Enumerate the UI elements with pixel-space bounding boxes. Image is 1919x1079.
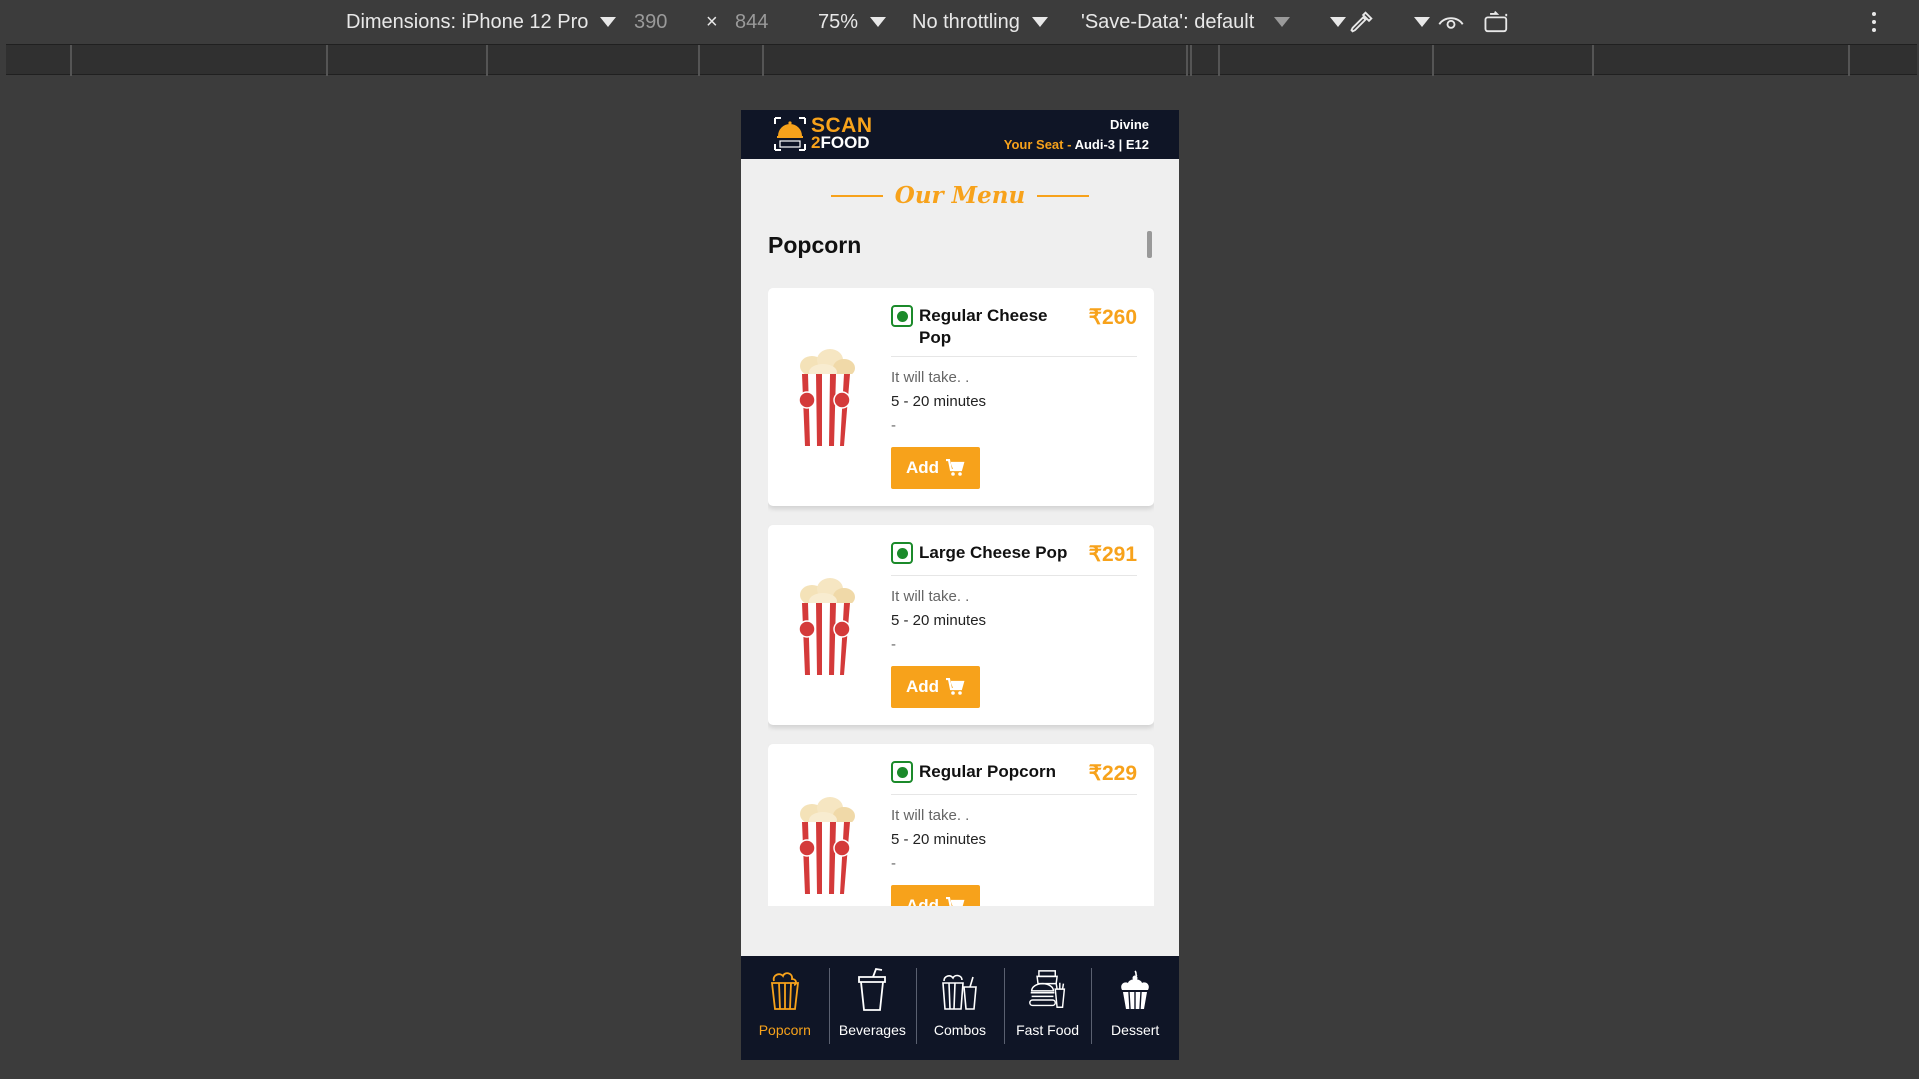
nav-label: Beverages <box>838 1022 906 1038</box>
nav-label: Combos <box>933 1022 987 1038</box>
scrollbar-thumb[interactable] <box>1147 231 1152 258</box>
nav-item-dessert[interactable]: Dessert <box>1091 956 1179 1060</box>
burger-icon <box>1028 966 1068 1014</box>
prep-label: It will take. . <box>891 369 970 386</box>
item-name: Regular Popcorn <box>919 762 1056 781</box>
seat-info: Divine Your Seat - Audi-3 | E12 <box>1004 115 1149 155</box>
nav-item-fast-food[interactable]: Fast Food <box>1003 956 1092 1060</box>
media-query-ruler[interactable] <box>6 44 1917 76</box>
sensors-dropdown[interactable] <box>1318 0 1346 44</box>
nav-item-combos[interactable]: Combos <box>916 956 1004 1060</box>
seat-value: Audi-3 | E12 <box>1074 137 1149 152</box>
width-input[interactable]: 390 <box>634 0 667 44</box>
zoom-label: 75% <box>818 10 859 33</box>
add-to-cart-button[interactable]: Add <box>891 885 980 906</box>
veg-indicator-icon <box>891 305 913 327</box>
nav-item-beverages[interactable]: Beverages <box>828 956 917 1060</box>
add-button-label: Add <box>905 458 940 477</box>
title-divider-right <box>1037 194 1090 197</box>
nav-label: Dessert <box>1111 1022 1160 1038</box>
prep-label: It will take. . <box>891 588 970 605</box>
eye-icon[interactable] <box>1437 0 1465 44</box>
combo-icon <box>940 966 980 1014</box>
card-divider <box>891 575 1137 576</box>
bottom-category-nav: Popcorn Beverages Combos Fast Food Desse… <box>741 956 1179 1060</box>
caret-down-icon <box>1330 17 1346 27</box>
theatre-name: Divine <box>1109 117 1149 132</box>
prep-info: It will take. . 5 - 20 minutes - <box>891 366 986 438</box>
height-input[interactable]: 844 <box>735 0 768 44</box>
device-dimensions-select[interactable]: Dimensions: iPhone 12 Pro <box>346 0 617 44</box>
menu-item-card: Regular Popcorn ₹229 It will take. . 5 -… <box>768 744 1154 906</box>
eye-dropdown[interactable] <box>1402 0 1430 44</box>
add-to-cart-button[interactable]: Add <box>891 447 980 489</box>
category-heading: Popcorn <box>768 232 862 258</box>
caret-down-icon <box>1031 17 1048 27</box>
item-price: ₹229 <box>1088 762 1137 785</box>
menu-title-text: Our Menu <box>894 182 1026 209</box>
nav-label: Fast Food <box>1016 1022 1080 1038</box>
device-dimensions-label: Dimensions: iPhone 12 Pro <box>346 10 589 33</box>
prep-time: 5 - 20 minutes <box>891 612 987 629</box>
device-viewport: SCAN 2FOOD Divine Your Seat - Audi-3 | E… <box>741 110 1179 1060</box>
add-button-label: Add <box>905 896 940 906</box>
nav-label: Popcorn <box>758 1022 811 1038</box>
logo-word-food: FOOD <box>820 133 870 152</box>
prep-label: It will take. . <box>891 807 970 824</box>
cart-icon <box>946 459 965 476</box>
add-button-label: Add <box>905 677 940 696</box>
veg-indicator-icon <box>891 542 913 564</box>
eyedropper-icon[interactable] <box>1348 0 1376 44</box>
prep-time: 5 - 20 minutes <box>891 831 987 848</box>
zoom-select[interactable]: 75% <box>818 0 887 44</box>
cloche-logo-icon <box>774 117 806 151</box>
menu-items-list[interactable]: Regular Cheese Pop ₹260 It will take. . … <box>768 288 1154 906</box>
add-to-cart-button[interactable]: Add <box>891 666 980 708</box>
cart-icon <box>946 897 965 906</box>
item-price: ₹291 <box>1088 543 1137 566</box>
save-data-select[interactable]: 'Save-Data': default <box>1081 0 1291 44</box>
caret-down-icon <box>600 17 617 27</box>
logo-word-scan: SCAN <box>811 114 873 137</box>
scan2food-logo[interactable]: SCAN 2FOOD <box>773 114 873 152</box>
save-data-label: 'Save-Data': default <box>1081 10 1255 33</box>
prep-extra: - <box>891 417 896 434</box>
throttling-label: No throttling <box>912 10 1020 33</box>
app-header: SCAN 2FOOD Divine Your Seat - Audi-3 | E… <box>741 110 1179 159</box>
prep-info: It will take. . 5 - 20 minutes - <box>891 585 986 657</box>
popcorn-image <box>798 578 855 675</box>
cupcake-icon <box>1115 966 1155 1014</box>
item-name: Large Cheese Pop <box>919 543 1068 562</box>
caret-down-icon <box>870 17 887 27</box>
prep-time: 5 - 20 minutes <box>891 393 987 410</box>
item-price: ₹260 <box>1088 306 1137 329</box>
devtools-device-toolbar: Dimensions: iPhone 12 Pro 390 × 844 75% … <box>0 0 1919 44</box>
cart-icon <box>946 678 965 695</box>
caret-down-icon <box>1274 17 1291 27</box>
caret-down-icon <box>1414 17 1430 27</box>
prep-extra: - <box>891 855 896 872</box>
menu-title: Our Menu <box>741 182 1179 209</box>
menu-item-card: Large Cheese Pop ₹291 It will take. . 5 … <box>768 525 1154 725</box>
card-divider <box>891 794 1137 795</box>
title-divider-left <box>830 194 883 197</box>
more-vert-icon[interactable] <box>1870 0 1878 44</box>
cup-icon <box>852 966 892 1014</box>
prep-extra: - <box>891 636 896 653</box>
popcorn-image <box>798 797 855 894</box>
dimension-times: × <box>706 10 718 33</box>
throttling-select[interactable]: No throttling <box>912 0 1048 44</box>
menu-item-card: Regular Cheese Pop ₹260 It will take. . … <box>768 288 1154 506</box>
veg-indicator-icon <box>891 761 913 783</box>
seat-label: Your Seat - <box>1003 137 1075 152</box>
popcorn-image <box>798 349 855 446</box>
popcorn-icon <box>765 966 805 1014</box>
rotate-icon[interactable] <box>1482 0 1512 44</box>
nav-item-popcorn[interactable]: Popcorn <box>741 956 829 1060</box>
item-name: Regular Cheese Pop <box>919 306 1048 347</box>
card-divider <box>891 356 1137 357</box>
prep-info: It will take. . 5 - 20 minutes - <box>891 804 986 876</box>
